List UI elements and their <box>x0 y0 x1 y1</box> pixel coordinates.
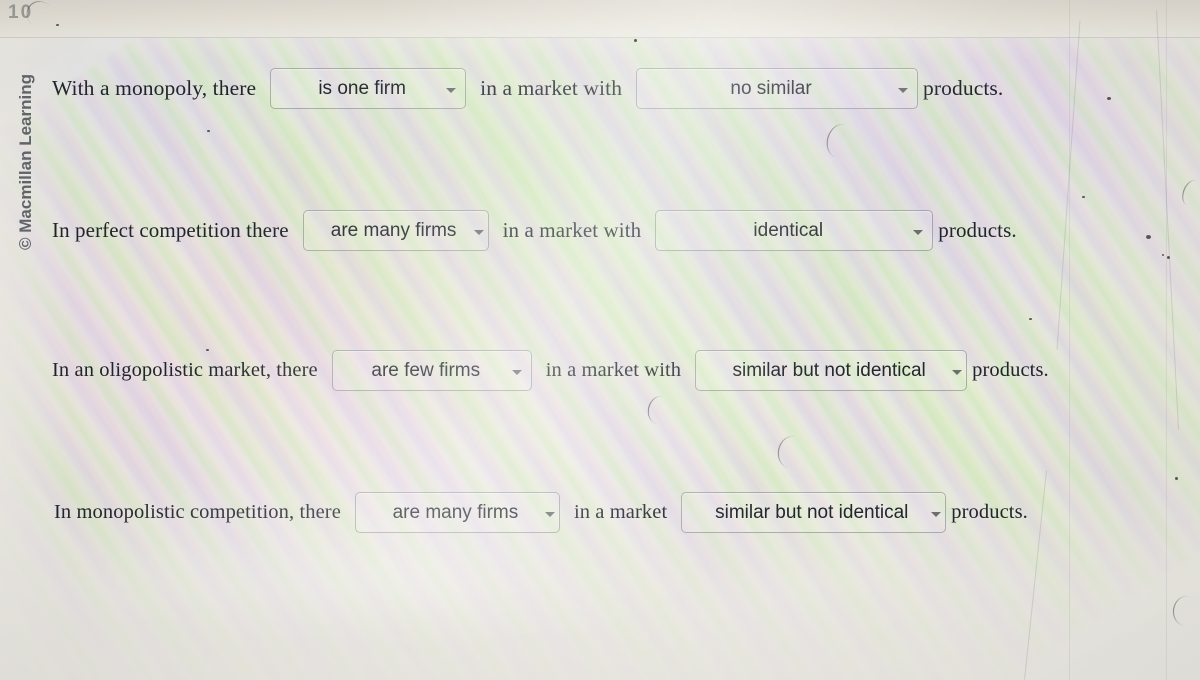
statement-middle-text-3: in a market with <box>545 359 682 381</box>
products-dropdown-2[interactable]: identical <box>655 210 934 251</box>
firms-dropdown-2[interactable]: are many firms <box>302 210 489 251</box>
statement-tail-text-4: products. <box>951 501 1028 523</box>
statement-lead-text-3: In an oligopolistic market, there <box>52 359 318 381</box>
statement-middle-text-1: in a market with <box>480 76 623 100</box>
firms-dropdown-2-value: are many firms <box>330 220 457 241</box>
exercise-rows: With a monopoly, there is one firm in a … <box>0 0 1200 680</box>
firms-dropdown-1[interactable]: is one firm <box>270 68 467 109</box>
statement-lead-text-4: In monopolistic competition, there <box>54 501 341 523</box>
firms-dropdown-4[interactable]: are many firms <box>354 492 560 533</box>
chevron-down-icon <box>913 229 924 235</box>
firms-dropdown-3-value: are few firms <box>371 360 481 381</box>
firms-dropdown-4-value: are many firms <box>392 502 519 523</box>
statement-tail-text-2: products. <box>938 218 1017 242</box>
chevron-down-icon <box>931 511 942 517</box>
products-dropdown-1[interactable]: no similar <box>636 68 919 109</box>
screenshot-root: 10 © Macmillan Learning With a monopoly,… <box>0 0 1200 680</box>
statement-row-monopolistic-competition: In monopolistic competition, there are m… <box>54 492 1028 533</box>
statement-row-oligopoly: In an oligopolistic market, there are fe… <box>52 350 1049 391</box>
products-dropdown-4[interactable]: similar but not identical <box>681 492 947 533</box>
chevron-down-icon <box>544 511 555 517</box>
products-dropdown-3[interactable]: similar but not identical <box>695 350 968 391</box>
products-dropdown-3-value: similar but not identical <box>732 360 926 381</box>
statement-middle-text-4: in a market <box>573 501 668 523</box>
firms-dropdown-1-value: is one firm <box>318 78 406 99</box>
chevron-down-icon <box>473 229 484 235</box>
statement-middle-text-2: in a market with <box>502 218 642 242</box>
chevron-down-icon <box>952 369 963 375</box>
statement-lead-text-2: In perfect competition there <box>52 218 289 242</box>
products-dropdown-4-value: similar but not identical <box>715 502 909 523</box>
statement-tail-text-3: products. <box>972 359 1049 381</box>
firms-dropdown-3[interactable]: are few firms <box>331 350 532 391</box>
statement-lead-text-1: With a monopoly, there <box>52 76 257 100</box>
statement-tail-text-1: products. <box>923 76 1004 100</box>
products-dropdown-1-value: no similar <box>730 78 812 99</box>
chevron-down-icon <box>898 87 909 93</box>
chevron-down-icon <box>446 87 457 93</box>
statement-row-perfect-competition: In perfect competition there are many fi… <box>52 210 1017 251</box>
products-dropdown-2-value: identical <box>753 220 824 241</box>
statement-row-monopoly: With a monopoly, there is one firm in a … <box>52 68 1003 109</box>
chevron-down-icon <box>511 369 522 375</box>
